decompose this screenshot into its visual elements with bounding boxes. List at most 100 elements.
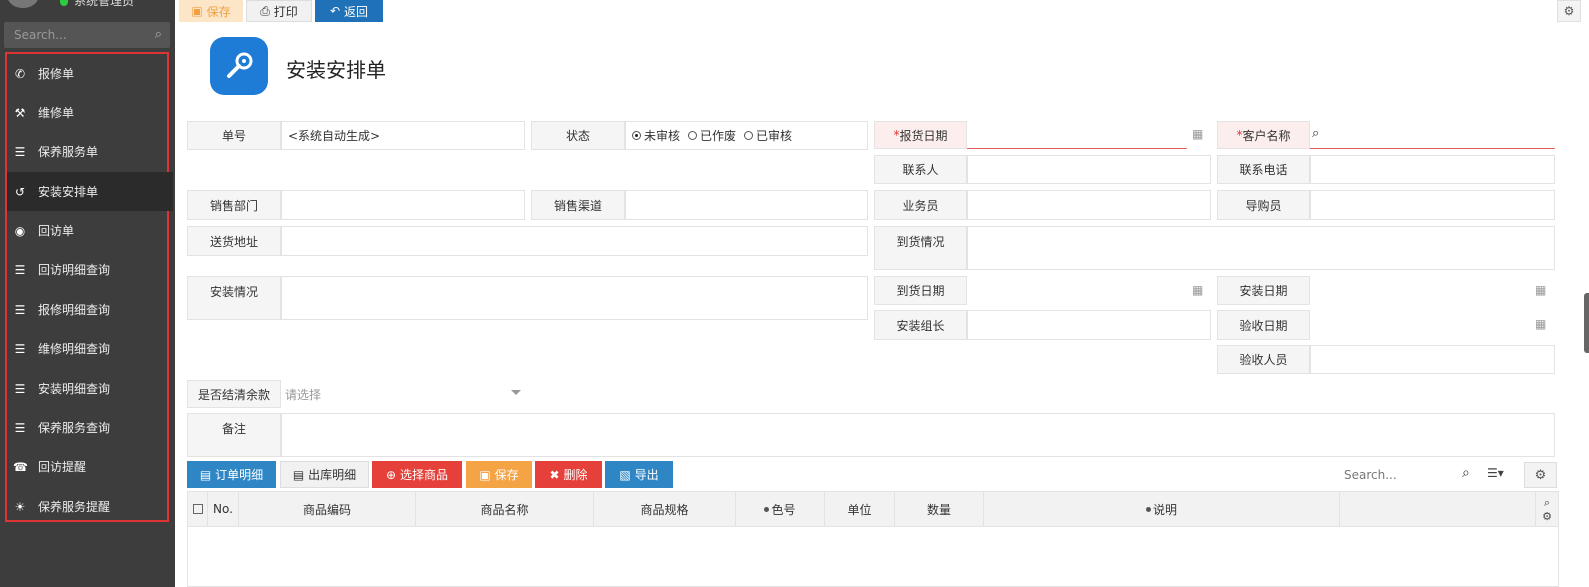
customer-input[interactable] bbox=[1310, 121, 1555, 149]
accept-date-input[interactable] bbox=[1310, 310, 1555, 340]
select-all-checkbox[interactable] bbox=[188, 492, 208, 526]
report-date-input[interactable] bbox=[967, 121, 1187, 149]
calendar-icon[interactable]: ▦ bbox=[1192, 127, 1203, 141]
settings-button[interactable]: ⚙ bbox=[1557, 0, 1581, 22]
order-no-field: <系统自动生成> bbox=[281, 121, 525, 150]
sidebar-item-maintain-detail-query[interactable]: ☰ 维修明细查询 bbox=[7, 329, 173, 368]
column-header-no[interactable]: No. bbox=[208, 492, 239, 526]
save-button[interactable]: ▣ 保存 bbox=[179, 0, 243, 22]
save-button-label: 保存 bbox=[206, 4, 231, 19]
sidebar-item-label: 报修单 bbox=[38, 67, 75, 81]
tab-outbound-detail[interactable]: ▤ 出库明细 bbox=[280, 461, 369, 488]
grid-settings-button[interactable]: ⚙ bbox=[1524, 462, 1557, 488]
tab-order-detail[interactable]: ▤ 订单明细 bbox=[187, 461, 276, 488]
status-radio-reviewed[interactable]: 已审核 bbox=[744, 127, 792, 144]
sidebar-item-revisit-reminder[interactable]: ☎ 回访提醒 bbox=[7, 447, 173, 486]
status-radio-voided[interactable]: 已作废 bbox=[688, 127, 736, 144]
report-date-label: * 报货日期 bbox=[874, 121, 967, 149]
remark-input[interactable] bbox=[281, 413, 1555, 457]
status-radio-unreviewed[interactable]: 未审核 bbox=[632, 127, 680, 144]
calendar-icon[interactable]: ▦ bbox=[1535, 317, 1546, 331]
sidebar-item-label: 回访明细查询 bbox=[38, 263, 111, 277]
arrival-status-input[interactable] bbox=[967, 226, 1555, 270]
list-ul-icon: ☰ bbox=[14, 302, 26, 317]
phone-icon: ☎ bbox=[13, 459, 28, 474]
sidebar-item-repair-request[interactable]: ✆ 报修单 bbox=[7, 54, 173, 93]
sidebar-item-repair-detail-query[interactable]: ☰ 报修明细查询 bbox=[7, 290, 173, 329]
order-no-label: 单号 bbox=[187, 121, 281, 150]
guide-label: 导购员 bbox=[1217, 190, 1310, 220]
print-button[interactable]: ⎙ 打印 bbox=[246, 0, 312, 22]
dot-circle-icon: ◉ bbox=[14, 223, 26, 238]
phone-input[interactable] bbox=[1310, 155, 1555, 184]
guide-input[interactable] bbox=[1310, 190, 1555, 220]
install-leader-input[interactable] bbox=[967, 310, 1211, 340]
sidebar-item-revisit-detail-query[interactable]: ☰ 回访明细查询 bbox=[7, 250, 173, 289]
history-icon: ↺ bbox=[14, 184, 26, 199]
list-icon: ☰ bbox=[14, 144, 26, 159]
install-status-input[interactable] bbox=[281, 276, 868, 320]
sidebar-item-repair-order[interactable]: ⚒ 维修单 bbox=[7, 93, 173, 132]
grid-save-button[interactable]: ▣ 保存 bbox=[466, 461, 532, 488]
calendar-icon[interactable]: ▦ bbox=[1535, 283, 1546, 297]
accept-date-label: 验收日期 bbox=[1217, 310, 1310, 340]
grid-search-input[interactable] bbox=[1340, 462, 1461, 488]
install-date-input[interactable] bbox=[1310, 276, 1555, 305]
radio-unchecked-icon bbox=[744, 131, 754, 140]
sidebar-item-label: 回访单 bbox=[38, 224, 75, 238]
close-icon: ✖ bbox=[549, 467, 560, 482]
column-header-code[interactable]: 商品编码 bbox=[239, 492, 416, 526]
sidebar-item-install-schedule[interactable]: ↺ 安装安排单 bbox=[7, 172, 173, 211]
online-status-icon bbox=[60, 0, 68, 6]
goods-table: No. 商品编码 商品名称 商品规格 色号 单位 数量 说明 ⌕ ⚙ bbox=[187, 491, 1559, 587]
grid-delete-button[interactable]: ✖ 删除 bbox=[535, 461, 602, 488]
acceptor-input[interactable] bbox=[1310, 345, 1555, 374]
back-button[interactable]: ↶ 返回 bbox=[315, 0, 383, 22]
install-status-label: 安装情况 bbox=[187, 276, 281, 320]
contact-input[interactable] bbox=[967, 155, 1211, 184]
search-icon[interactable]: ⌕ bbox=[155, 27, 162, 42]
panel-resize-handle[interactable] bbox=[1584, 293, 1589, 353]
sidebar-item-label: 保养服务提醒 bbox=[38, 500, 111, 514]
column-header-color[interactable]: 色号 bbox=[736, 492, 825, 526]
sidebar-item-label: 保养服务单 bbox=[38, 145, 99, 159]
column-header-qty[interactable]: 数量 bbox=[895, 492, 984, 526]
search-icon[interactable]: ⌕ bbox=[1544, 496, 1550, 510]
address-input[interactable] bbox=[281, 226, 868, 256]
top-toolbar: ▣ 保存 ⎙ 打印 ↶ 返回 ⚙ bbox=[175, 0, 1589, 22]
column-header-unit[interactable]: 单位 bbox=[825, 492, 895, 526]
sidebar-search-input[interactable] bbox=[4, 22, 154, 48]
sidebar-item-maintenance-reminder[interactable]: ☀ 保养服务提醒 bbox=[7, 487, 173, 526]
choose-goods-button[interactable]: ⊕ 选择商品 bbox=[372, 461, 462, 488]
avatar[interactable] bbox=[6, 0, 40, 8]
radio-unchecked-icon bbox=[688, 131, 698, 140]
sidebar-item-label: 安装明细查询 bbox=[38, 382, 111, 396]
sidebar-item-maintenance-order[interactable]: ☰ 保养服务单 bbox=[7, 132, 173, 171]
channel-label: 销售渠道 bbox=[531, 190, 625, 220]
grid-export-button[interactable]: ▧ 导出 bbox=[605, 461, 673, 488]
calendar-icon[interactable]: ▦ bbox=[1192, 283, 1203, 297]
arrival-date-input[interactable] bbox=[967, 276, 1211, 305]
salesman-input[interactable] bbox=[967, 190, 1211, 220]
sidebar-item-maintenance-query[interactable]: ☰ 保养服务查询 bbox=[7, 408, 173, 447]
sidebar-item-revisit-order[interactable]: ◉ 回访单 bbox=[7, 211, 173, 250]
gear-icon[interactable]: ⚙ bbox=[1542, 510, 1552, 523]
search-icon[interactable]: ⌕ bbox=[1312, 126, 1319, 141]
column-header-note[interactable]: 说明 bbox=[984, 492, 1340, 526]
dept-input[interactable] bbox=[281, 190, 525, 220]
sidebar-item-label: 回访提醒 bbox=[38, 460, 87, 474]
column-toggle-icon[interactable]: ☰▾ bbox=[1487, 466, 1504, 480]
phone-label: 联系电话 bbox=[1217, 155, 1310, 184]
sidebar-item-install-detail-query[interactable]: ☰ 安装明细查询 bbox=[7, 369, 173, 408]
checkbox-icon bbox=[192, 504, 203, 514]
floppy-disk-icon: ▣ bbox=[479, 467, 491, 482]
settle-select[interactable]: 请选择 bbox=[281, 380, 525, 408]
tools-icon: ⚒ bbox=[14, 105, 26, 120]
search-icon[interactable]: ⌕ bbox=[1462, 465, 1470, 481]
chevron-down-icon bbox=[511, 390, 521, 395]
table-icon: ▤ bbox=[199, 467, 212, 482]
sidebar-menu: ✆ 报修单 ⚒ 维修单 ☰ 保养服务单 ↺ 安装安排单 ◉ 回访单 ☰ 回访明细… bbox=[5, 52, 173, 522]
channel-input[interactable] bbox=[625, 190, 868, 220]
column-header-name[interactable]: 商品名称 bbox=[416, 492, 594, 526]
column-header-spec[interactable]: 商品规格 bbox=[594, 492, 736, 526]
